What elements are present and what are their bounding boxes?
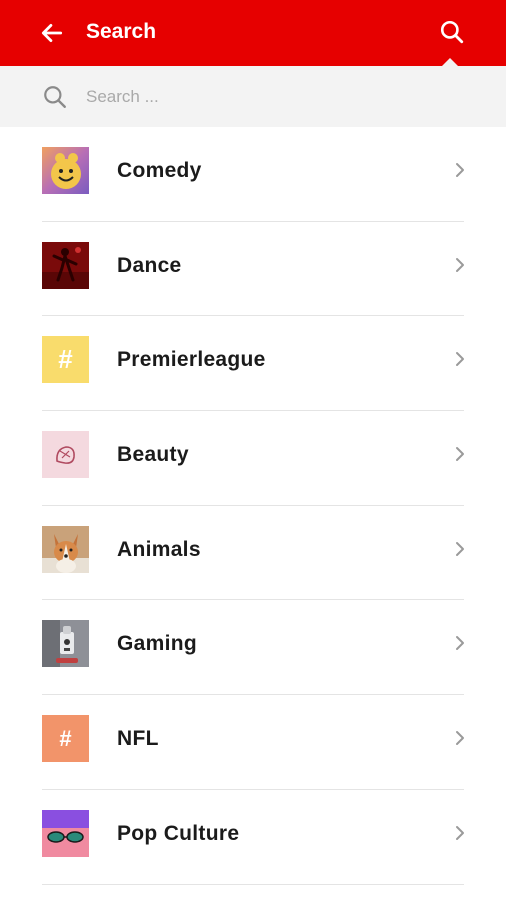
- item-label: Dance: [117, 253, 182, 277]
- page-title: Search: [86, 20, 157, 43]
- list-item-gaming[interactable]: Gaming: [0, 600, 506, 695]
- back-button[interactable]: [36, 17, 68, 49]
- chevron-right-icon: [456, 825, 464, 840]
- list-item-comedy[interactable]: Comedy: [0, 127, 506, 222]
- item-label: Animals: [117, 537, 201, 561]
- chevron-right-icon: [456, 257, 464, 272]
- list-item-dance[interactable]: Dance: [0, 222, 506, 317]
- smiley-face-image: [42, 147, 89, 194]
- item-label: Comedy: [117, 159, 202, 182]
- app-header: Search: [0, 0, 506, 67]
- list-item-premierleague[interactable]: # Premierleague: [0, 316, 506, 411]
- search-bar: [0, 66, 506, 127]
- list-item-nfl[interactable]: # NFL: [0, 695, 506, 790]
- hashtag-icon: #: [42, 336, 89, 384]
- chevron-right-icon: [456, 731, 464, 746]
- chevron-right-icon: [456, 447, 464, 462]
- list-item-beauty[interactable]: Beauty: [0, 411, 506, 506]
- search-button[interactable]: [434, 14, 470, 50]
- list-item-animals[interactable]: Animals: [0, 506, 506, 601]
- corgi-image: [42, 525, 89, 573]
- chevron-right-icon: [456, 163, 464, 177]
- item-label: Beauty: [117, 443, 189, 467]
- hashtag-icon: #: [42, 715, 89, 763]
- list-item-pop-culture[interactable]: Pop Culture: [0, 790, 506, 885]
- search-icon: [440, 20, 464, 44]
- chevron-right-icon: [456, 636, 464, 651]
- gaming-image: [42, 620, 89, 668]
- item-label: NFL: [117, 727, 159, 751]
- arrow-left-icon: [41, 24, 63, 42]
- item-label: Gaming: [117, 632, 197, 656]
- dancer-image: [42, 241, 89, 289]
- category-list: Comedy Dance # Premierleague Beauty Anim…: [0, 127, 506, 885]
- search-icon: [40, 82, 70, 112]
- item-label: Premierleague: [117, 348, 266, 372]
- chevron-right-icon: [456, 352, 464, 367]
- item-label: Pop Culture: [117, 821, 240, 845]
- beauty-image: [42, 431, 89, 479]
- search-input[interactable]: [86, 80, 466, 114]
- chevron-right-icon: [456, 541, 464, 556]
- pop-culture-image: [42, 809, 89, 857]
